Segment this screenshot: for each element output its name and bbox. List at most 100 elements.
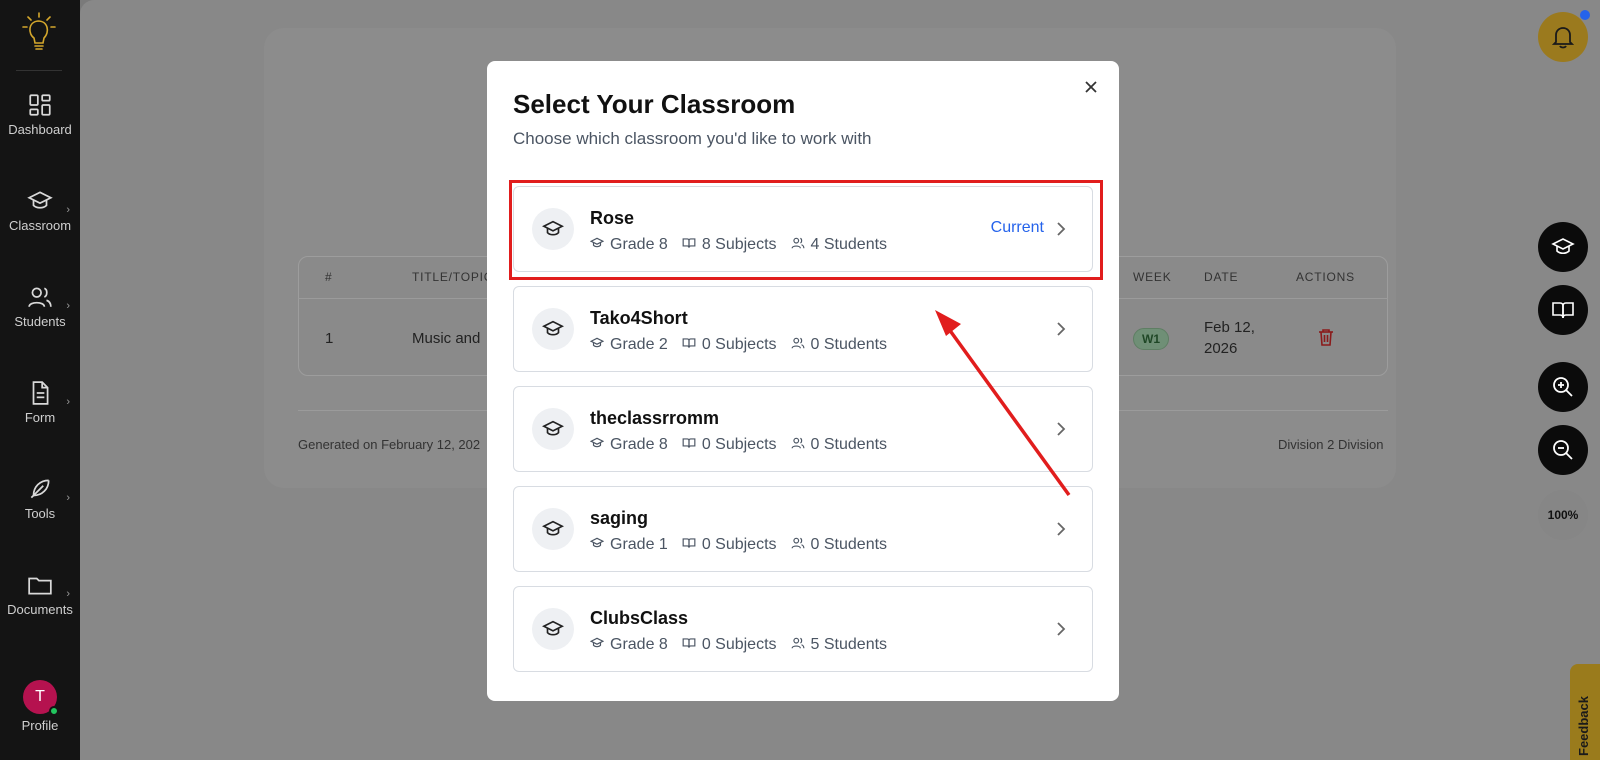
notification-bell-button[interactable] — [1538, 10, 1590, 62]
table-header-actions: ACTIONS — [1296, 270, 1355, 284]
book-icon — [682, 538, 696, 548]
graduation-cap-icon — [27, 191, 53, 209]
sidebar-item-label: Tools — [24, 506, 56, 521]
classroom-name: saging — [590, 508, 649, 528]
sidebar-item-form[interactable]: Form › — [0, 380, 80, 450]
chevron-right-icon — [1054, 420, 1068, 438]
zoom-in-icon — [1553, 377, 1573, 397]
classroom-meta: Grade 8 0 Subjects 5 Students — [589, 636, 901, 654]
chevron-right-icon: › — [66, 396, 70, 408]
classroom-item[interactable]: ClubsClass Grade 8 0 Subjects 5 Students — [513, 586, 1093, 672]
chevron-right-icon — [1054, 620, 1068, 638]
book-icon — [682, 638, 696, 648]
classroom-grade: Grade 8 — [610, 436, 668, 453]
classroom-name: Tako4Short — [590, 308, 688, 328]
classroom-grade: Grade 1 — [610, 536, 668, 553]
table-cell-number: 1 — [325, 330, 334, 347]
users-icon — [791, 637, 804, 649]
folder-icon — [28, 577, 52, 595]
zoom-in-button[interactable] — [1538, 362, 1588, 412]
annotation-highlight-box — [509, 180, 1103, 280]
chevron-right-icon — [1054, 320, 1068, 338]
close-icon — [1085, 81, 1097, 93]
week-badge: W1 — [1133, 328, 1169, 350]
feedback-label: Feedback — [1576, 696, 1591, 756]
sidebar-divider — [16, 70, 62, 71]
classroom-subjects: 0 Subjects — [701, 436, 777, 453]
classroom-meta: Grade 1 0 Subjects 0 Students — [589, 536, 901, 554]
online-status-dot — [49, 706, 59, 716]
book-fab-button[interactable] — [1538, 285, 1588, 335]
profile-label: Profile — [21, 718, 59, 733]
sidebar-item-tools[interactable]: Tools › — [0, 476, 80, 546]
chevron-right-icon: › — [66, 492, 70, 504]
table-cell-date-line2: 2026 — [1204, 340, 1238, 357]
chevron-right-icon: › — [66, 204, 70, 216]
sidebar-item-classroom[interactable]: Classroom › — [0, 188, 80, 258]
lightbulb-logo-icon[interactable] — [20, 10, 60, 54]
classroom-meta: Grade 2 0 Subjects 0 Students — [589, 336, 901, 354]
zoom-out-button[interactable] — [1538, 425, 1588, 475]
classroom-subjects: 0 Subjects — [701, 636, 777, 653]
sidebar-item-label: Classroom — [8, 218, 72, 233]
classroom-avatar — [532, 608, 574, 650]
open-book-icon — [1552, 302, 1574, 319]
document-icon — [32, 381, 49, 405]
dashboard-icon — [29, 94, 51, 116]
sidebar-profile[interactable]: T Profile — [0, 680, 80, 733]
table-header-date: DATE — [1204, 270, 1239, 284]
sidebar-item-students[interactable]: Students › — [0, 284, 80, 354]
trash-icon[interactable] — [1318, 328, 1334, 346]
table-cell-title[interactable]: Music and — [412, 330, 480, 347]
sidebar-item-label: Dashboard — [8, 122, 72, 137]
classroom-grade: Grade 8 — [610, 636, 668, 653]
sidebar-item-label: Documents — [7, 602, 73, 617]
classroom-grade: Grade 2 — [610, 336, 668, 353]
classroom-avatar — [532, 508, 574, 550]
table-cell-date-line1: Feb 12, — [1204, 319, 1255, 336]
classroom-students: 0 Students — [810, 536, 888, 553]
modal-subtitle: Choose which classroom you'd like to wor… — [513, 129, 872, 148]
classroom-students: 0 Students — [810, 436, 888, 453]
graduation-cap-icon — [589, 637, 605, 648]
classroom-students: 0 Students — [810, 336, 888, 353]
graduation-cap-icon — [589, 537, 605, 548]
feather-icon — [30, 479, 50, 499]
zoom-out-icon — [1553, 440, 1573, 460]
bell-icon — [1552, 27, 1574, 49]
classroom-name: ClubsClass — [590, 608, 689, 628]
classroom-name: theclassrromm — [590, 408, 720, 428]
graduation-cap-icon — [589, 437, 605, 448]
table-header-number: # — [325, 270, 333, 284]
book-icon — [682, 338, 696, 348]
graduation-cap-icon — [1551, 238, 1575, 255]
classroom-subjects: 0 Subjects — [701, 536, 777, 553]
users-icon — [791, 337, 804, 349]
zoom-level-indicator[interactable]: 100% — [1538, 490, 1588, 540]
classroom-avatar — [532, 408, 574, 450]
select-classroom-modal: Select Your Classroom Choose which class… — [487, 61, 1119, 701]
sidebar-item-label: Students — [14, 314, 66, 329]
notification-dot — [1580, 10, 1590, 20]
modal-title: Select Your Classroom — [513, 89, 796, 119]
users-icon — [791, 537, 804, 549]
classroom-fab-button[interactable] — [1538, 222, 1588, 272]
table-header-week: WEEK — [1133, 270, 1172, 284]
sidebar-item-label: Form — [24, 410, 56, 425]
close-modal-button[interactable] — [1081, 77, 1101, 97]
table-header-title: TITLE/TOPIC — [412, 270, 494, 284]
classroom-item[interactable]: saging Grade 1 0 Subjects 0 Students — [513, 486, 1093, 572]
generated-on-text: Generated on February 12, 202 — [298, 437, 481, 452]
classroom-item[interactable]: Tako4Short Grade 2 0 Subjects 0 Students — [513, 286, 1093, 372]
classroom-avatar — [532, 308, 574, 350]
sidebar-item-documents[interactable]: Documents › — [0, 572, 80, 642]
chevron-right-icon: › — [66, 300, 70, 312]
avatar[interactable]: T — [23, 680, 59, 716]
book-icon — [682, 438, 696, 448]
classroom-item[interactable]: theclassrromm Grade 8 0 Subjects 0 Students — [513, 386, 1093, 472]
sidebar-item-dashboard[interactable]: Dashboard — [0, 92, 80, 162]
chevron-right-icon — [1054, 520, 1068, 538]
users-icon — [791, 437, 804, 449]
chevron-right-icon: › — [66, 588, 70, 600]
feedback-tab[interactable]: Feedback — [1570, 664, 1600, 760]
